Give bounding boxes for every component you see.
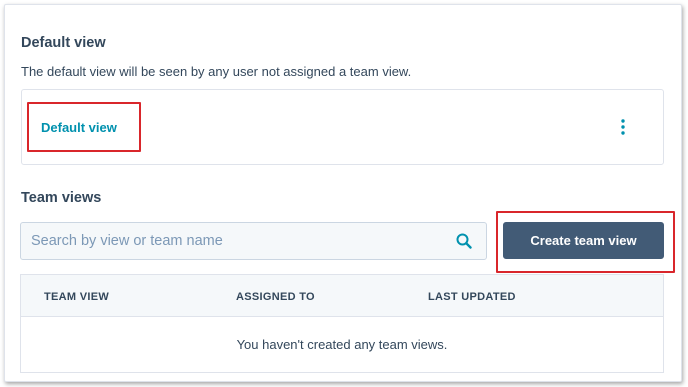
column-header-last-updated[interactable]: LAST UPDATED (428, 291, 516, 303)
team-views-table: TEAM VIEW ASSIGNED TO LAST UPDATED You h… (20, 274, 664, 373)
column-header-team-view[interactable]: TEAM VIEW (44, 291, 109, 303)
search-input[interactable] (21, 223, 451, 259)
team-views-heading: Team views (21, 190, 102, 206)
empty-state-message: You haven't created any team views. (236, 337, 448, 352)
table-header: TEAM VIEW ASSIGNED TO LAST UPDATED (21, 275, 663, 317)
default-view-link[interactable]: Default view (41, 120, 117, 135)
settings-panel: Default view The default view will be se… (4, 4, 682, 382)
default-view-card: Default view (21, 89, 664, 165)
vertical-ellipsis-icon[interactable] (617, 118, 629, 136)
default-view-description: The default view will be seen by any use… (21, 64, 412, 79)
default-view-heading: Default view (21, 35, 106, 51)
create-team-view-button[interactable]: Create team view (503, 222, 664, 259)
search-box (20, 222, 487, 260)
search-icon[interactable] (456, 233, 472, 249)
column-header-assigned-to[interactable]: ASSIGNED TO (236, 291, 315, 303)
